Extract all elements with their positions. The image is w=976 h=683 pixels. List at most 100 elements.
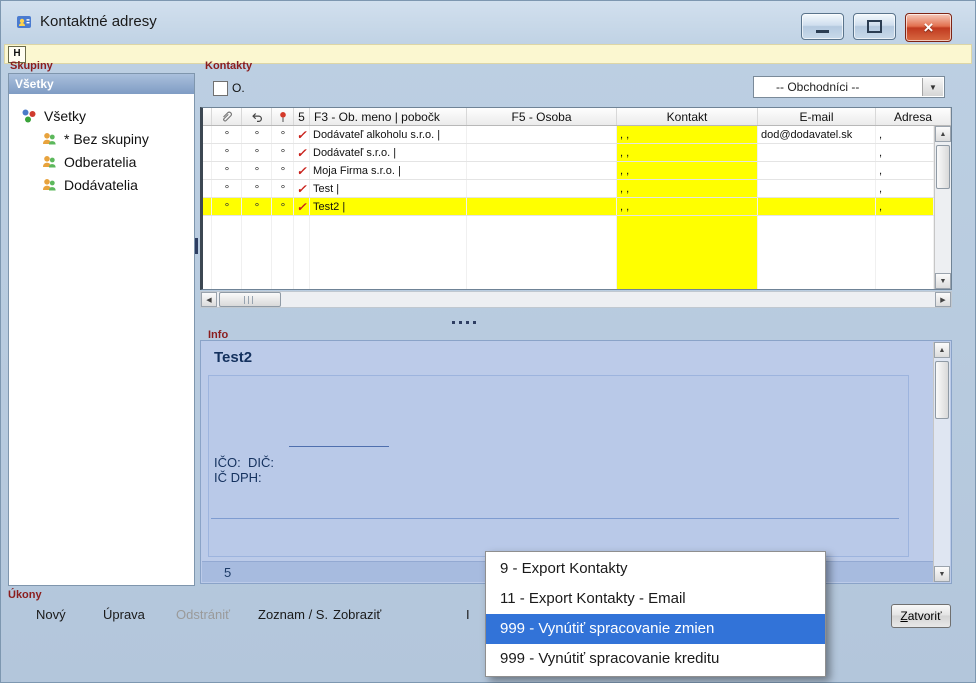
dot-icon: [254, 128, 259, 142]
address-column-header[interactable]: Adresa: [876, 108, 951, 125]
groups-section-label: Skupiny: [10, 60, 53, 72]
horizontal-splitter-grip[interactable]: [452, 321, 480, 325]
menu-item-export-kontakty[interactable]: 9 - Export Kontakty: [486, 554, 825, 584]
scroll-right-icon[interactable]: ▶: [935, 292, 951, 307]
table-row[interactable]: Dodávateľ s.r.o. | , , ,: [203, 144, 934, 162]
menu-item-vynutit-spracovanie-kreditu[interactable]: 999 - Vynútiť spracovanie kreditu: [486, 644, 825, 674]
actions-section-label: Úkony: [8, 589, 42, 601]
info-divider-long: [211, 518, 899, 519]
scrollbar-thumb[interactable]: [935, 361, 949, 419]
dot-icon: [224, 128, 229, 142]
cell-person: [467, 198, 617, 215]
toolbar-ribbon: H: [4, 44, 972, 64]
reply-column-header[interactable]: [242, 108, 272, 125]
dropdown-value: -- Obchodníci --: [776, 80, 859, 94]
panel-splitter-grip[interactable]: [195, 238, 198, 254]
cell-contact: , ,: [617, 126, 758, 143]
tree-item-vsetky[interactable]: Všetky: [9, 104, 194, 127]
dot-icon: [224, 146, 229, 160]
scroll-left-icon[interactable]: ◀: [201, 292, 217, 307]
titlebar[interactable]: Kontaktné adresy ×: [0, 0, 976, 44]
email-column-header[interactable]: E-mail: [758, 108, 876, 125]
pin-column-header[interactable]: [272, 108, 294, 125]
cell-contact: , ,: [617, 144, 758, 161]
minimize-button[interactable]: [801, 13, 844, 40]
cell-email: [758, 144, 876, 161]
tree-item-dodavatelia[interactable]: Dodávatelia: [9, 173, 194, 196]
scrollbar-thumb[interactable]: [219, 292, 281, 307]
dot-icon: [254, 182, 259, 196]
check-icon: [296, 128, 306, 142]
empty-rows-area: [203, 216, 934, 289]
cell-person: [467, 126, 617, 143]
pin-icon: [276, 110, 290, 124]
person-column-header[interactable]: F5 - Osoba: [467, 108, 617, 125]
groups-tree: Všetky * Bez skupiny Odberatelia Dodávat…: [9, 94, 194, 196]
chevron-down-icon[interactable]: ▼: [922, 78, 943, 96]
maximize-icon: [867, 20, 882, 33]
attachment-column-header[interactable]: [212, 108, 242, 125]
dot-icon: [224, 164, 229, 178]
info-title: Test2: [214, 349, 252, 366]
info-content-box: [208, 375, 909, 557]
cell-person: [467, 144, 617, 161]
tree-item-odberatelia[interactable]: Odberatelia: [9, 150, 194, 173]
scroll-up-icon[interactable]: ▲: [935, 126, 951, 142]
app-icon: [15, 13, 33, 31]
maximize-button[interactable]: [853, 13, 896, 40]
table-vertical-scrollbar[interactable]: ▲ ▼: [934, 126, 951, 289]
cell-address: ,: [876, 180, 934, 197]
edit-button[interactable]: Úprava: [103, 607, 145, 622]
close-window-button[interactable]: Zatvoriť: [891, 604, 951, 628]
delete-button[interactable]: Odstrániť: [176, 607, 230, 622]
table-row[interactable]: Moja Firma s.r.o. | , , ,: [203, 162, 934, 180]
import-button[interactable]: I: [466, 607, 470, 622]
cell-person: [467, 180, 617, 197]
menu-item-export-kontakty-email[interactable]: 11 - Export Kontakty - Email: [486, 584, 825, 614]
o-checkbox[interactable]: [213, 81, 228, 96]
info-ico-dic: IČO: DIČ:: [214, 455, 274, 470]
scroll-down-icon[interactable]: ▼: [935, 273, 951, 289]
menu-item-vynutit-spracovanie-zmien[interactable]: 999 - Vynútiť spracovanie zmien: [486, 614, 825, 644]
close-button[interactable]: ×: [905, 13, 952, 42]
cell-address: ,: [876, 144, 934, 161]
col5-header[interactable]: 5: [294, 108, 310, 125]
scroll-up-icon[interactable]: ▲: [934, 342, 950, 358]
table-row[interactable]: Test | , , ,: [203, 180, 934, 198]
check-icon: [296, 146, 306, 160]
dot-icon: [224, 200, 229, 214]
table-horizontal-scrollbar[interactable]: ◀ ▶: [200, 291, 952, 308]
show-button[interactable]: Zobraziť: [333, 607, 381, 622]
name-column-header[interactable]: F3 - Ob. meno | pobočk: [310, 108, 467, 125]
table-row-selected[interactable]: Test2 | , , ,: [203, 198, 934, 216]
tree-item-bez-skupiny[interactable]: * Bez skupiny: [9, 127, 194, 150]
check-icon: [296, 164, 306, 178]
scrollbar-thumb[interactable]: [936, 145, 950, 189]
group-people-icon: [41, 177, 58, 193]
paperclip-icon: [220, 110, 234, 124]
groups-header[interactable]: Všetky: [9, 74, 194, 94]
cell-contact: , ,: [617, 198, 758, 215]
list-button[interactable]: Zoznam / S.: [258, 607, 328, 622]
cell-address: ,: [876, 126, 934, 143]
groups-panel: Všetky Všetky * Bez skupiny Odberatelia …: [8, 73, 195, 586]
contact-column-header[interactable]: Kontakt: [617, 108, 758, 125]
new-button[interactable]: Nový: [36, 607, 66, 622]
o-checkbox-label: O.: [232, 81, 245, 95]
group-people-icon: [41, 154, 58, 170]
category-dropdown[interactable]: -- Obchodníci -- ▼: [753, 76, 945, 98]
info-ic-dph: IČ DPH:: [214, 470, 262, 485]
dot-icon: [280, 200, 285, 214]
cell-person: [467, 162, 617, 179]
dot-icon: [280, 128, 285, 142]
info-panel: Test2 IČO: DIČ: IČ DPH: 5 ▲ ▼: [200, 340, 952, 584]
contacts-section-label: Kontakty: [205, 60, 252, 72]
cell-address: ,: [876, 198, 934, 215]
info-vertical-scrollbar[interactable]: ▲ ▼: [933, 342, 950, 582]
table-row[interactable]: Dodávateľ alkoholu s.r.o. | , , dod@doda…: [203, 126, 934, 144]
dot-icon: [254, 146, 259, 160]
cell-address: ,: [876, 162, 934, 179]
scroll-down-icon[interactable]: ▼: [934, 566, 950, 582]
dot-icon: [280, 146, 285, 160]
window-controls: ×: [801, 13, 952, 42]
